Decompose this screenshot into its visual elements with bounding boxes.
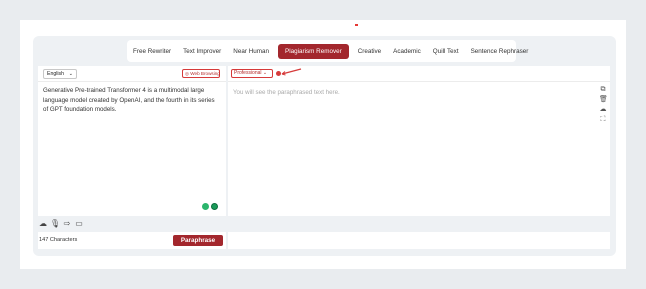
mode-label: Professional xyxy=(234,70,262,76)
assistant-icon[interactable] xyxy=(211,203,218,210)
input-tools: ☁ 🎙 ⇨ ▭ xyxy=(38,219,84,229)
output-actions: ⧉ 🗑 ☁ ⛶ xyxy=(599,86,608,126)
language-label: English xyxy=(47,71,65,77)
download-icon[interactable]: ☁ xyxy=(599,106,607,114)
input-text[interactable]: Generative Pre-trained Transformer 4 is … xyxy=(43,86,221,115)
tab-academic[interactable]: Academic xyxy=(387,40,427,62)
tab-creative[interactable]: Creative xyxy=(352,40,387,62)
chevron-down-icon: ⌄ xyxy=(262,70,268,76)
character-count: 147 Characters xyxy=(39,237,78,243)
upload-icon[interactable]: ☁ xyxy=(38,219,48,229)
output-divider xyxy=(228,81,610,82)
image-icon[interactable]: ▭ xyxy=(74,219,84,229)
input-footer: 147 Characters Paraphrase xyxy=(38,232,226,249)
tab-free-rewriter[interactable]: Free Rewriter xyxy=(127,40,177,62)
tab-near-human[interactable]: Near Human xyxy=(227,40,275,62)
input-divider xyxy=(38,81,226,82)
expand-icon[interactable]: ⛶ xyxy=(599,116,607,124)
paraphrase-button[interactable]: Paraphrase xyxy=(173,235,223,246)
mic-icon[interactable]: 🎙 xyxy=(50,219,60,229)
input-pane: English ⌄ ◎ Web Browsing Generative Pre-… xyxy=(38,66,226,216)
grammar-check-icon[interactable] xyxy=(202,203,209,210)
tab-quill-text[interactable]: Quill Text xyxy=(427,40,465,62)
mode-select[interactable]: Professional ⌄ xyxy=(231,69,273,78)
web-browsing-label: Web Browsing xyxy=(190,71,220,76)
globe-icon: ◎ xyxy=(185,71,190,76)
output-footer xyxy=(228,232,610,249)
delete-icon[interactable]: 🗑 xyxy=(599,96,608,104)
output-pane: Professional ⌄ You will see the paraphra… xyxy=(228,66,610,216)
chevron-down-icon: ⌄ xyxy=(68,71,73,77)
web-browsing-toggle[interactable]: ◎ Web Browsing xyxy=(182,69,220,78)
copy-icon[interactable]: ⧉ xyxy=(599,86,607,94)
tab-plagiarism-remover[interactable]: Plagiarism Remover xyxy=(278,43,349,59)
tab-text-improver[interactable]: Text Improver xyxy=(177,40,227,62)
language-select[interactable]: English ⌄ xyxy=(43,69,77,79)
top-indicator xyxy=(355,24,358,26)
pointer-arrow-icon xyxy=(281,68,302,76)
share-icon[interactable]: ⇨ xyxy=(62,219,72,229)
output-placeholder: You will see the paraphrased text here. xyxy=(233,89,340,96)
mode-tabs: Free Rewriter Text Improver Near Human P… xyxy=(127,40,528,62)
tab-sentence-rephraser[interactable]: Sentence Rephraser xyxy=(465,40,535,62)
